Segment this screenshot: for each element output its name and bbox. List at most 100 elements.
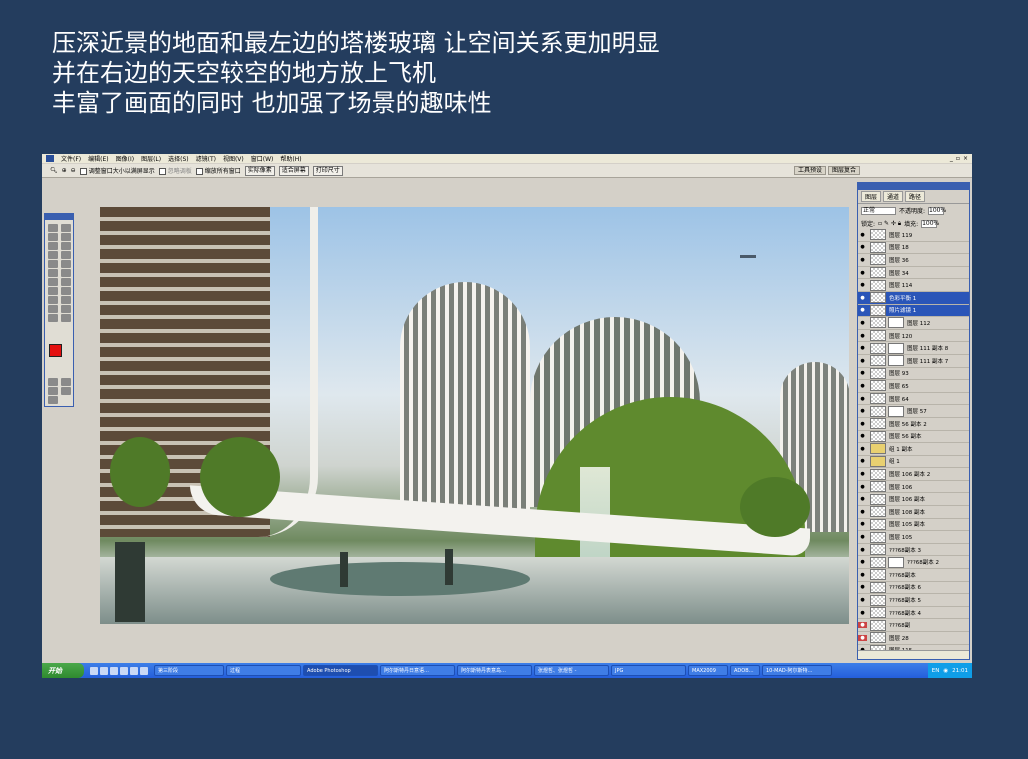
layer-row[interactable]: ● 图层 57 [858, 405, 969, 418]
task-button[interactable]: MAX2009 [688, 665, 728, 676]
quicklaunch-icon[interactable] [100, 666, 108, 675]
palette-well-tab-presets[interactable]: 工具预设 [793, 166, 826, 175]
menu-window[interactable]: 窗口(W) [251, 154, 274, 163]
menu-select[interactable]: 选择(S) [168, 154, 189, 163]
quicklaunch-icon[interactable] [140, 666, 148, 675]
visibility-eye-icon[interactable]: ● [858, 484, 867, 490]
layer-row[interactable]: ● ???68副本 3 [858, 544, 969, 557]
actual-pixels-button[interactable]: 实际像素 [244, 165, 275, 176]
healing-brush-icon[interactable] [48, 251, 58, 259]
brush-tool-icon[interactable] [61, 251, 71, 259]
history-brush-icon[interactable] [61, 260, 71, 268]
task-button[interactable]: ADOB… [730, 665, 760, 676]
task-button[interactable]: 第三阶段 [154, 665, 224, 676]
layer-row[interactable]: ● 图层 108 副本 [858, 506, 969, 519]
hand-tool-icon[interactable] [48, 314, 58, 322]
magic-wand-tool-icon[interactable] [61, 233, 71, 241]
move-tool-icon[interactable] [61, 224, 71, 232]
task-button[interactable]: 过程 [226, 665, 301, 676]
layer-row[interactable]: ● 图层 112 [858, 317, 969, 330]
visibility-eye-icon[interactable]: ● [858, 270, 867, 276]
task-button-active[interactable]: Adobe Photoshop [303, 665, 378, 676]
layer-row[interactable]: ● ???68副本 [858, 569, 969, 582]
visibility-eye-icon[interactable]: ● [858, 610, 867, 616]
close-icon[interactable]: × [963, 155, 968, 162]
eyedropper-tool-icon[interactable] [61, 305, 71, 313]
layer-row[interactable]: ● 图层 119 [858, 229, 969, 242]
layer-row[interactable]: ● ???68副本 2 [858, 556, 969, 570]
start-button[interactable]: 开始 [42, 663, 84, 678]
layer-row[interactable]: ● 图层 111 副本 8 [858, 342, 969, 355]
visibility-eye-icon[interactable]: ● [858, 433, 867, 439]
visibility-eye-icon[interactable]: ● [858, 521, 867, 527]
task-button[interactable]: 阿尔斯特丹表意岛… [457, 665, 532, 676]
visibility-eye-icon[interactable]: ● [858, 509, 867, 515]
print-size-button[interactable]: 打印尺寸 [312, 165, 343, 176]
task-button[interactable]: 张煜哲、张煜哲 - [534, 665, 609, 676]
visibility-eye-icon[interactable]: ● [858, 244, 867, 250]
visibility-eye-icon[interactable]: ● [858, 333, 867, 339]
gradient-tool-icon[interactable] [61, 269, 71, 277]
opacity-field[interactable]: 100% [928, 206, 946, 215]
layer-row[interactable]: ● 图层 34 [858, 267, 969, 280]
visibility-eye-icon[interactable]: ● [858, 421, 867, 427]
quicklaunch-icon[interactable] [120, 666, 128, 675]
task-button[interactable]: 阿尔斯特丹日意语… [380, 665, 455, 676]
visibility-eye-icon[interactable]: ● [858, 547, 867, 553]
screen-mode-icon[interactable] [48, 387, 58, 395]
layer-row[interactable]: ● ???68副本 5 [858, 594, 969, 607]
slice-tool-icon[interactable] [61, 242, 71, 250]
layer-row[interactable]: ● 图层 65 [858, 380, 969, 393]
layer-row[interactable]: ● 图层 56 副本 2 [858, 418, 969, 431]
zoom-tool-icon[interactable]: 🔍︎ [50, 167, 58, 174]
ignore-palettes-option[interactable]: 忽略调板 [158, 166, 192, 175]
layer-row[interactable]: ● ???68副本 4 [858, 607, 969, 620]
visibility-eye-icon[interactable]: ● [858, 282, 867, 288]
visibility-eye-icon[interactable]: ● [858, 584, 867, 590]
fill-field[interactable]: 100% [921, 219, 939, 228]
layer-row[interactable]: ● ???68副本 6 [858, 581, 969, 595]
zoom-in-icon[interactable]: ⊕ [62, 167, 67, 174]
restore-icon[interactable]: ▫ [956, 155, 960, 162]
fit-screen-button[interactable]: 适合屏幕 [278, 165, 309, 176]
resize-windows-checkbox[interactable] [79, 168, 87, 175]
visibility-eye-icon[interactable]: ● [858, 257, 867, 263]
type-tool-icon[interactable] [61, 287, 71, 295]
visibility-eye-icon[interactable]: ● [858, 307, 867, 313]
tab-layers[interactable]: 图层 [861, 191, 882, 202]
visibility-eye-icon[interactable]: ● [858, 232, 867, 238]
menu-filter[interactable]: 滤镜(T) [196, 154, 216, 163]
layer-row[interactable]: ● 图层 93 [858, 367, 969, 381]
layer-row[interactable]: ● 图层 18 [858, 241, 969, 255]
visibility-eye-icon[interactable]: ● [858, 559, 867, 565]
full-screen-icon[interactable] [61, 387, 71, 395]
quick-mask-icon[interactable] [61, 378, 71, 386]
layer-row[interactable]: ● 图层 56 副本 [858, 430, 969, 444]
tab-paths[interactable]: 路径 [905, 191, 926, 202]
foreground-color-swatch[interactable] [49, 344, 62, 357]
layer-row[interactable]: ● 图层 106 副本 2 [858, 468, 969, 481]
layer-row[interactable]: ● 图层 64 [858, 393, 969, 406]
lasso-tool-icon[interactable] [48, 233, 58, 241]
visibility-eye-icon[interactable]: ● [858, 345, 867, 351]
ignore-palettes-checkbox[interactable] [158, 168, 166, 175]
layer-row[interactable]: ● ???68副 [858, 619, 969, 632]
zoom-all-checkbox[interactable] [195, 168, 203, 175]
palette-well-tab-comps[interactable]: 图层复合 [827, 166, 860, 175]
visibility-eye-icon[interactable]: ● [858, 534, 867, 540]
layer-row[interactable]: ● 色彩平衡 1 [858, 291, 969, 305]
quicklaunch-icon[interactable] [130, 666, 138, 675]
path-select-icon[interactable] [48, 287, 58, 295]
layers-palette-title[interactable] [858, 183, 969, 190]
visibility-eye-icon[interactable]: ● [858, 370, 867, 376]
task-button[interactable]: 10-MAD-阿尔斯特… [762, 665, 832, 676]
document-canvas[interactable] [100, 207, 849, 624]
zoom-out-icon[interactable]: ⊖ [71, 167, 76, 174]
minimize-icon[interactable]: _ [950, 155, 953, 162]
jump-to-imageready-icon[interactable] [48, 396, 58, 404]
visibility-eye-icon[interactable]: ● [858, 622, 867, 629]
layer-row[interactable]: ● 组 1 [858, 455, 969, 469]
language-indicator[interactable]: EN [932, 668, 940, 674]
visibility-eye-icon[interactable]: ● [858, 597, 867, 603]
tray-icon[interactable]: ◉ [943, 668, 948, 674]
